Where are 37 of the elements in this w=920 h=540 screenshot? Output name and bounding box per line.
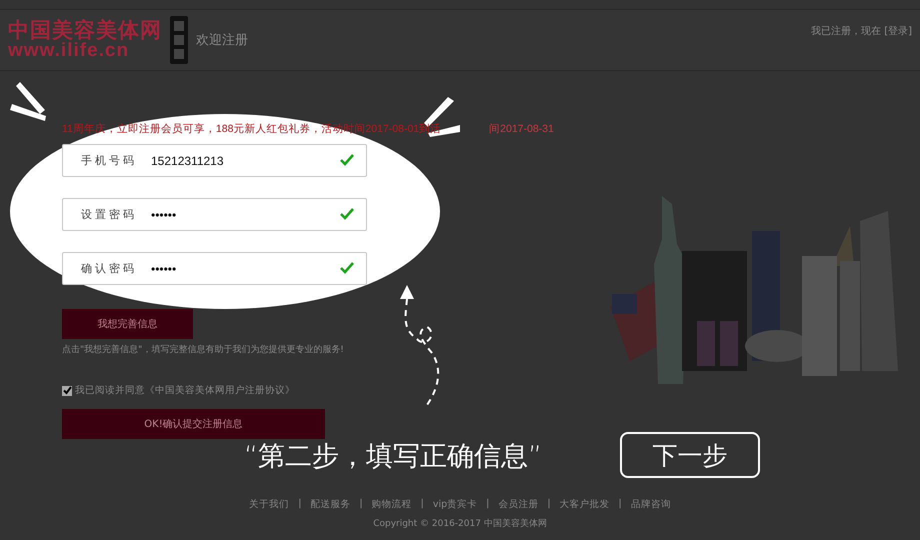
input-value[interactable]: •••••• xyxy=(151,208,340,222)
input-field[interactable]: 确认密码 •••••• xyxy=(62,252,367,285)
link-separator: | xyxy=(618,498,622,511)
footer-link[interactable]: 会员注册 xyxy=(498,498,538,511)
check-icon xyxy=(340,208,354,220)
link-separator: | xyxy=(486,498,490,511)
next-step-button[interactable]: 下一步 xyxy=(620,432,760,478)
agreement-label: 我已阅读并同意《中国美容美体网用户注册协议》 xyxy=(75,384,295,397)
more-info-button[interactable]: 我想完善信息 xyxy=(62,309,193,339)
footer-link[interactable]: vip贵宾卡 xyxy=(432,498,478,511)
input-value[interactable]: 15212311213 xyxy=(151,154,340,168)
link-separator: | xyxy=(420,498,424,511)
logo-badge-icon xyxy=(170,16,188,64)
link-separator: | xyxy=(298,498,302,511)
login-link[interactable]: 我已注册，现在 [登录] xyxy=(811,24,912,38)
hint-text: 点击"我想完善信息"，填写完整信息有助于我们为您提供更专业的服务! xyxy=(62,343,345,356)
footer-link[interactable]: 关于我们 xyxy=(249,498,290,511)
input-field[interactable]: 设置密码 •••••• xyxy=(62,198,367,231)
input-value[interactable]: •••••• xyxy=(151,262,340,276)
footer-link[interactable]: 配送服务 xyxy=(310,498,350,511)
submit-button[interactable]: OK!确认提交注册信息 xyxy=(62,409,325,439)
logo-url: www.ilife.cn xyxy=(8,41,130,60)
footer-link[interactable]: 购物流程 xyxy=(372,498,412,511)
input-field[interactable]: 手机号码 15212311213 xyxy=(62,144,367,177)
page-title: 欢迎注册 xyxy=(196,32,248,49)
copyright-text: Copyright © 2016-2017 中国美容美体网 xyxy=(373,518,547,530)
agree-checkbox[interactable] xyxy=(62,386,72,396)
footer-link[interactable]: 大客户批发 xyxy=(560,498,610,511)
check-icon xyxy=(340,262,354,274)
check-icon xyxy=(340,154,354,166)
tutorial-caption: “第二步，填写正确信息” xyxy=(244,440,542,474)
logo-title: 中国美容美体网 xyxy=(8,20,162,41)
promo-text: 间2017-08-31 xyxy=(489,122,554,136)
link-separator: | xyxy=(547,498,551,511)
footer-link[interactable]: 品牌咨询 xyxy=(630,498,671,511)
burst-icon xyxy=(10,82,46,122)
link-separator: | xyxy=(359,498,363,511)
